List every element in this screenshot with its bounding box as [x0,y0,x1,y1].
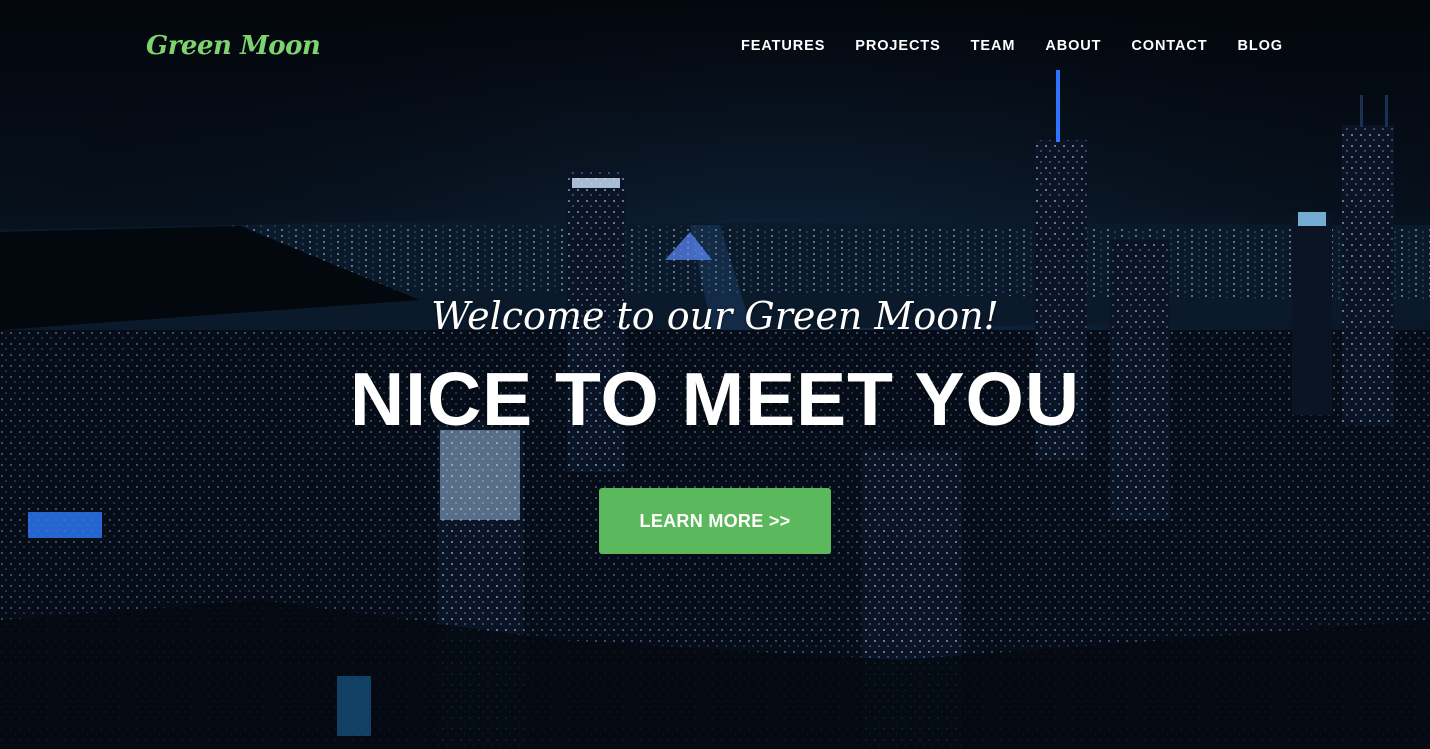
nav-link-about[interactable]: ABOUT [1045,38,1101,54]
learn-more-button[interactable]: LEARN MORE >> [599,488,831,554]
hero-lead-in: Welcome to our Green Moon! [431,294,999,338]
nav-item-projects: PROJECTS [855,36,940,56]
hero-section: Green Moon FEATURES PROJECTS TEAM ABOUT … [0,0,1430,749]
main-nav: FEATURES PROJECTS TEAM ABOUT CONTACT BLO… [711,36,1283,56]
hero-intro: Welcome to our Green Moon! NICE TO MEET … [0,288,1430,554]
hero-heading: NICE TO MEET YOU [349,357,1080,441]
nav-item-team: TEAM [971,36,1016,56]
nav-link-contact[interactable]: CONTACT [1131,38,1207,54]
nav-link-team[interactable]: TEAM [971,38,1016,54]
nav-link-features[interactable]: FEATURES [741,38,825,54]
top-navbar: Green Moon FEATURES PROJECTS TEAM ABOUT … [0,0,1430,92]
brand-logo[interactable]: Green Moon [146,28,321,64]
nav-item-features: FEATURES [741,36,825,56]
nav-item-blog: BLOG [1238,36,1284,56]
nav-link-blog[interactable]: BLOG [1238,38,1284,54]
nav-item-about: ABOUT [1045,36,1101,56]
nav-link-projects[interactable]: PROJECTS [855,38,940,54]
nav-item-contact: CONTACT [1131,36,1207,56]
